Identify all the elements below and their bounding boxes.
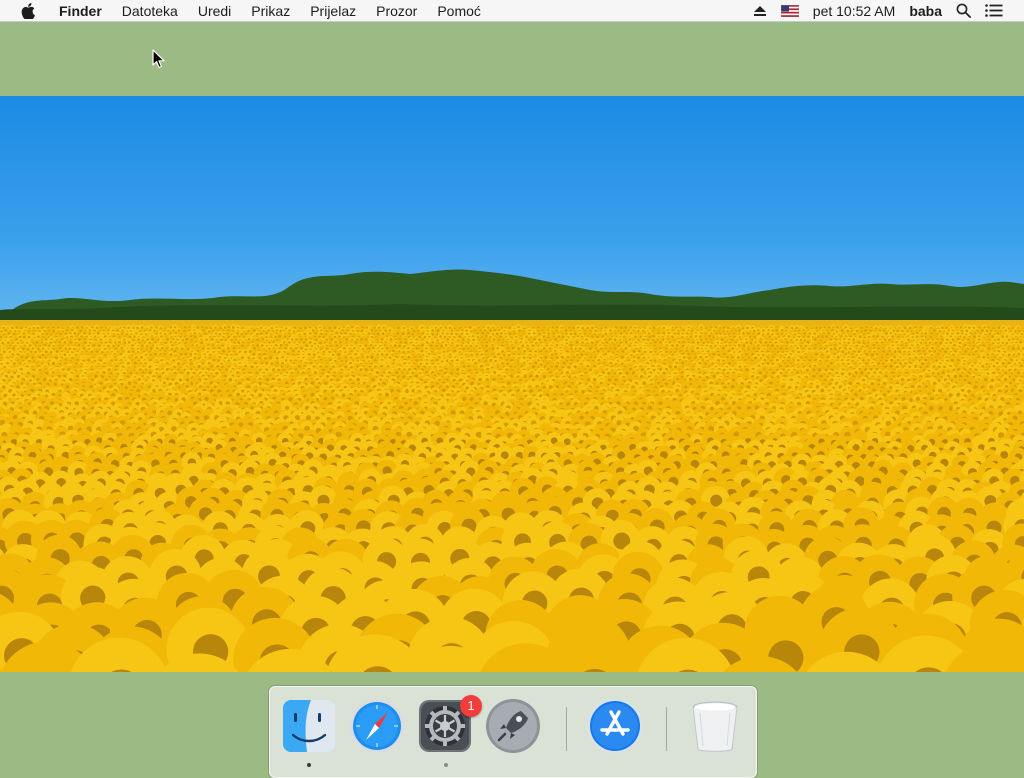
dock-item-system-preferences[interactable]: 1 bbox=[416, 697, 474, 755]
dock-item-launchpad[interactable] bbox=[484, 697, 542, 755]
trash-icon bbox=[686, 697, 744, 755]
finder-icon bbox=[280, 697, 338, 755]
menu-prikaz[interactable]: Prikaz bbox=[241, 0, 300, 22]
us-flag-icon[interactable] bbox=[774, 5, 806, 17]
running-indicator bbox=[444, 763, 448, 767]
dock-separator bbox=[566, 707, 567, 751]
dock-item-safari[interactable] bbox=[348, 697, 406, 755]
sunflower-field-image bbox=[0, 96, 1024, 672]
running-indicator bbox=[307, 763, 311, 767]
dock-item-app-store[interactable] bbox=[586, 697, 644, 755]
apple-menu-icon[interactable] bbox=[20, 3, 36, 19]
menubar-clock[interactable]: pet 10:52 AM bbox=[806, 0, 903, 22]
menu-prijelaz[interactable]: Prijelaz bbox=[300, 0, 366, 22]
mouse-pointer-icon bbox=[152, 49, 166, 70]
safari-icon bbox=[348, 697, 406, 755]
notification-center-icon[interactable] bbox=[978, 4, 1010, 17]
menu-pomoc[interactable]: Pomoć bbox=[427, 0, 491, 22]
desktop-wallpaper bbox=[0, 96, 1024, 672]
menu-datoteka[interactable]: Datoteka bbox=[112, 0, 188, 22]
dock-item-finder[interactable] bbox=[280, 697, 338, 755]
menu-prozor[interactable]: Prozor bbox=[366, 0, 427, 22]
menu-bar: Finder Datoteka Uredi Prikaz Prijelaz Pr… bbox=[0, 0, 1024, 22]
menubar-user[interactable]: baba bbox=[902, 0, 949, 22]
dock: 1 bbox=[269, 686, 757, 778]
dock-separator bbox=[666, 707, 667, 751]
eject-icon[interactable] bbox=[746, 5, 774, 17]
notification-badge: 1 bbox=[460, 695, 482, 717]
launchpad-icon bbox=[484, 697, 542, 755]
menu-uredi[interactable]: Uredi bbox=[188, 0, 241, 22]
menu-app-finder[interactable]: Finder bbox=[47, 0, 112, 22]
app-store-icon bbox=[586, 697, 644, 755]
dock-item-trash[interactable] bbox=[686, 697, 744, 755]
spotlight-search-icon[interactable] bbox=[949, 3, 978, 18]
